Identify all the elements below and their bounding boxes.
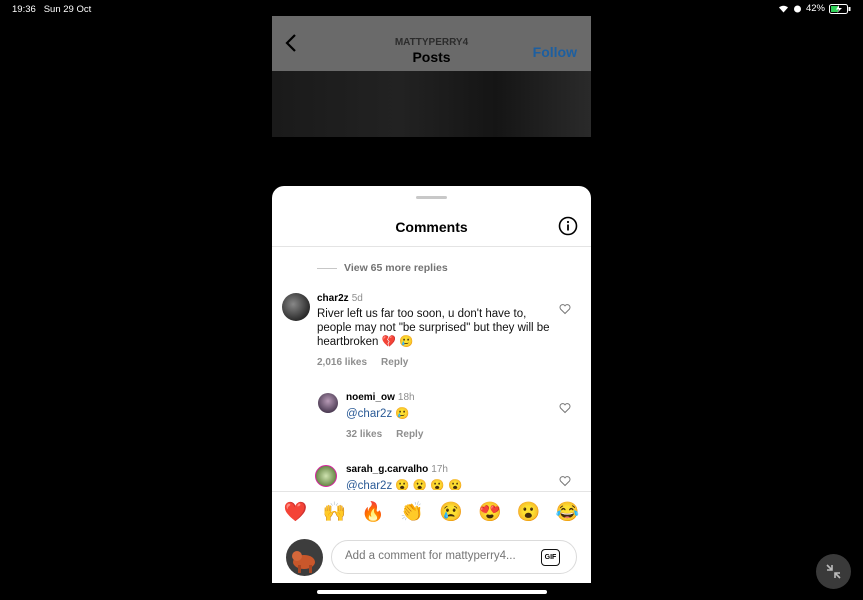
emoji-heart-eyes[interactable]: 😍 <box>478 500 502 524</box>
comment-time: 18h <box>397 392 415 403</box>
view-more-replies[interactable]: View 65 more replies <box>317 262 448 274</box>
emoji-surprised[interactable]: 😮 <box>517 500 541 524</box>
collapse-icon <box>826 564 841 579</box>
quick-emoji-bar: ❤️ 🙌 🔥 👏 😢 😍 😮 😂 <box>272 491 591 531</box>
comment-body: 🥲 <box>395 408 410 420</box>
replies-line <box>317 267 337 269</box>
avatar[interactable] <box>315 465 337 487</box>
avatar[interactable] <box>282 293 310 321</box>
heart-icon[interactable] <box>559 475 571 487</box>
comment-time: 5d <box>351 293 363 304</box>
username-text: noemi_ow <box>346 392 395 403</box>
username-text: char2z <box>317 293 349 304</box>
reply-button[interactable]: Reply <box>396 429 423 440</box>
status-bar: 19:36 Sun 29 Oct 42% <box>0 0 863 16</box>
comment-username[interactable]: noemi_ow 18h <box>346 392 415 403</box>
comment-input-row: GIF <box>272 536 591 576</box>
my-avatar <box>286 539 323 576</box>
comment-meta: 32 likes Reply <box>346 429 423 440</box>
username-text: sarah_g.carvalho <box>346 464 429 475</box>
status-right: 42% <box>778 3 851 14</box>
comment-text: @char2z 😮 😮 😮 😮 <box>346 479 462 490</box>
follow-button[interactable]: Follow <box>533 44 577 60</box>
home-indicator[interactable] <box>317 590 547 594</box>
header-divider <box>272 246 591 247</box>
comment-text: River left us far too soon, u don't have… <box>317 308 550 348</box>
comment-meta: 2,016 likes Reply <box>317 357 408 368</box>
status-left: 19:36 Sun 29 Oct <box>12 4 91 15</box>
shrink-button[interactable] <box>816 554 851 589</box>
heart-icon[interactable] <box>559 402 571 414</box>
status-time: 19:36 <box>12 4 36 15</box>
comment-body: 😮 😮 😮 😮 <box>395 480 463 490</box>
sheet-grab-handle[interactable] <box>416 196 447 199</box>
comment-text: @char2z 🥲 <box>346 407 410 421</box>
background-post: MATTYPERRY4 Posts Follow <box>272 16 591 137</box>
emoji-fire[interactable]: 🔥 <box>361 500 385 524</box>
emoji-laugh[interactable]: 😂 <box>556 500 580 524</box>
avatar[interactable] <box>318 393 338 413</box>
gif-button[interactable]: GIF <box>541 549 560 566</box>
likes-count[interactable]: 2,016 likes <box>317 357 367 368</box>
comment-username[interactable]: sarah_g.carvalho 17h <box>346 464 448 475</box>
emoji-cry[interactable]: 😢 <box>439 500 463 524</box>
reply-button[interactable]: Reply <box>381 357 408 368</box>
emoji-raised-hands[interactable]: 🙌 <box>322 500 346 524</box>
mention-link[interactable]: @char2z <box>346 408 392 420</box>
emoji-clap[interactable]: 👏 <box>400 500 424 524</box>
wifi-icon <box>778 5 788 13</box>
likes-count[interactable]: 32 likes <box>346 429 382 440</box>
status-date: Sun 29 Oct <box>43 4 92 15</box>
comment-input-box[interactable]: GIF <box>331 540 577 574</box>
post-image <box>272 71 591 137</box>
info-icon[interactable] <box>558 216 578 236</box>
comment-time: 17h <box>431 464 448 475</box>
mention-link[interactable]: @char2z <box>346 480 392 490</box>
comment-input[interactable] <box>343 549 537 563</box>
avatar-image <box>286 539 323 576</box>
comments-sheet: Comments View 65 more replies char2z 5d R… <box>272 186 591 583</box>
view-more-label: View 65 more replies <box>344 262 448 274</box>
post-header: MATTYPERRY4 Posts Follow <box>272 16 591 71</box>
emoji-heart[interactable]: ❤️ <box>283 500 308 524</box>
comment-username[interactable]: char2z 5d <box>317 293 363 304</box>
sheet-title: Comments <box>395 219 468 235</box>
heart-icon[interactable] <box>559 303 571 315</box>
alarm-icon <box>793 5 801 13</box>
battery-icon <box>829 3 851 14</box>
battery-percent: 42% <box>805 3 825 14</box>
